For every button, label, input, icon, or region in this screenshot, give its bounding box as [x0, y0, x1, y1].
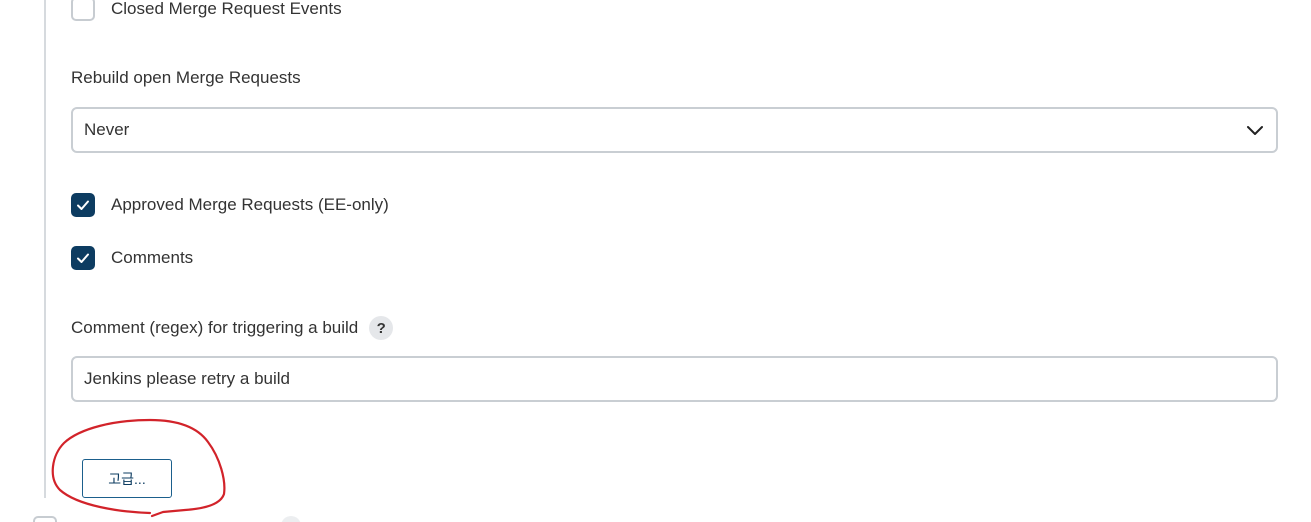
closed-mr-events-row[interactable]: Closed Merge Request Events	[71, 0, 342, 21]
next-option-checkbox[interactable]	[33, 516, 57, 522]
comment-regex-label-text: Comment (regex) for triggering a build	[71, 318, 359, 337]
rebuild-open-mr-label-text: Rebuild open Merge Requests	[71, 68, 301, 87]
comments-label: Comments	[111, 248, 194, 267]
comment-regex-input[interactable]: Jenkins please retry a build	[71, 356, 1278, 402]
comment-regex-label: Comment (regex) for triggering a build ?	[71, 316, 394, 340]
chevron-down-icon	[1247, 126, 1263, 135]
comment-regex-value: Jenkins please retry a build	[84, 369, 291, 388]
comments-checkbox[interactable]	[71, 246, 95, 270]
approved-mr-label: Approved Merge Requests (EE-only)	[111, 195, 389, 214]
next-option-help-icon[interactable]	[281, 516, 301, 522]
rebuild-open-mr-label: Rebuild open Merge Requests	[71, 68, 301, 88]
rebuild-open-mr-select[interactable]: Never	[71, 107, 1278, 153]
checkmark-icon	[77, 200, 89, 210]
checkmark-icon	[77, 253, 89, 263]
section-divider-rule	[44, 0, 46, 498]
help-icon[interactable]: ?	[369, 316, 394, 340]
jenkins-config-page: Closed Merge Request Events Rebuild open…	[0, 0, 1311, 522]
approved-mr-row[interactable]: Approved Merge Requests (EE-only)	[71, 193, 389, 217]
advanced-button[interactable]: 고급...	[82, 459, 172, 498]
closed-mr-events-checkbox[interactable]	[71, 0, 95, 21]
closed-mr-events-label: Closed Merge Request Events	[111, 0, 342, 18]
rebuild-open-mr-selected: Never	[84, 120, 130, 139]
comments-row[interactable]: Comments	[71, 246, 193, 270]
approved-mr-checkbox[interactable]	[71, 193, 95, 217]
